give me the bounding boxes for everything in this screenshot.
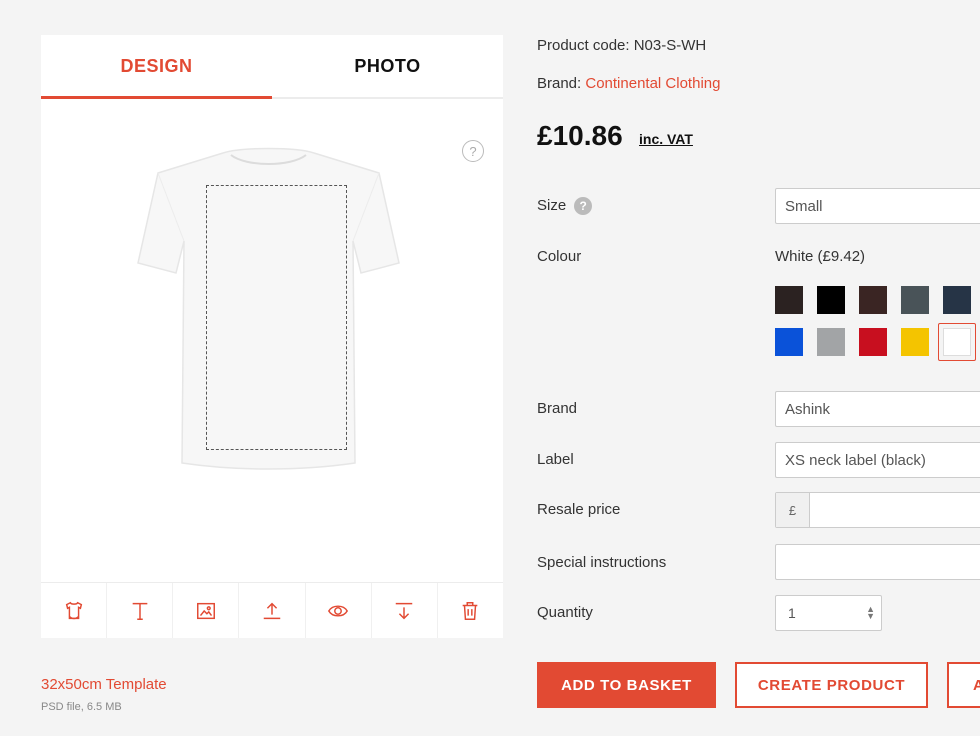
add-to-basket-button[interactable]: ADD TO BASKET <box>537 662 716 708</box>
image-icon <box>196 602 215 619</box>
upload-icon <box>263 602 281 619</box>
resale-price-input[interactable]: £ <box>775 492 980 528</box>
size-select[interactable]: Small <box>775 188 980 224</box>
help-icon[interactable]: ? <box>462 140 484 162</box>
brand-value: Ashink <box>785 400 831 418</box>
tab-design[interactable]: DESIGN <box>41 35 272 97</box>
colour-swatch[interactable] <box>859 286 887 314</box>
quantity-stepper[interactable]: 1 ▲ ▼ <box>775 595 882 631</box>
brand-line: Brand: Continental Clothing <box>537 75 720 92</box>
resale-price-label: Resale price <box>537 501 621 518</box>
shirt-tool[interactable] <box>41 583 108 638</box>
label-select[interactable]: XS neck label (black) ▲▼ <box>775 442 980 478</box>
text-tool[interactable] <box>107 583 174 638</box>
quantity-value: 1 <box>788 605 796 621</box>
colour-swatch[interactable] <box>817 328 845 356</box>
active-tab-indicator <box>41 96 272 99</box>
colour-swatch[interactable] <box>859 328 887 356</box>
shirt-icon <box>65 601 82 619</box>
colour-swatch[interactable] <box>943 328 971 356</box>
quantity-label: Quantity <box>537 604 593 621</box>
size-help-icon[interactable]: ? <box>574 197 593 216</box>
download-tool[interactable] <box>372 583 438 638</box>
product-code: Product code: N03-S-WH <box>537 37 707 54</box>
price-vat-note: inc. VAT <box>639 131 693 147</box>
currency-addon: £ <box>776 493 810 527</box>
download-icon <box>396 602 413 619</box>
colour-swatch[interactable] <box>901 286 929 314</box>
eye-icon <box>328 604 349 617</box>
stepper-arrows-icon[interactable]: ▲ ▼ <box>866 605 875 621</box>
print-area[interactable] <box>206 185 347 450</box>
special-instructions-label: Special instructions <box>537 554 667 571</box>
tab-photo[interactable]: PHOTO <box>272 35 503 97</box>
size-label: Size? <box>537 197 593 216</box>
price: £10.86 <box>537 120 623 151</box>
brand-select[interactable]: Ashink ▲▼ <box>775 391 980 427</box>
template-download-link[interactable]: 32x50cm Template <box>41 676 167 693</box>
text-icon <box>132 602 148 620</box>
delete-tool[interactable] <box>438 583 503 638</box>
special-instructions-input[interactable] <box>775 544 980 580</box>
colour-label: Colour <box>537 248 582 265</box>
preview-tool[interactable] <box>306 583 372 638</box>
design-panel: DESIGN PHOTO ? <box>41 35 503 638</box>
colour-swatch[interactable] <box>901 328 929 356</box>
brand-prefix: Brand: <box>537 75 586 92</box>
third-action-button[interactable]: A <box>947 662 980 708</box>
upload-tool[interactable] <box>239 583 306 638</box>
image-tool[interactable] <box>173 583 240 638</box>
colour-swatch[interactable] <box>775 328 803 356</box>
colour-value: White (£9.42) <box>775 248 866 265</box>
colour-swatch[interactable] <box>817 286 845 314</box>
brand-link[interactable]: Continental Clothing <box>585 75 720 92</box>
size-value: Small <box>785 197 823 215</box>
label-value: XS neck label (black) <box>785 451 926 469</box>
brand-label: Brand <box>537 400 578 417</box>
design-toolbar <box>41 582 503 638</box>
colour-swatch[interactable] <box>775 286 803 314</box>
size-label-text: Size <box>537 197 567 214</box>
template-file-info: PSD file, 6.5 MB <box>41 701 122 713</box>
view-tabs: DESIGN PHOTO <box>41 35 503 99</box>
trash-icon <box>463 601 478 620</box>
label-label: Label <box>537 451 574 468</box>
colour-swatch[interactable] <box>943 286 971 314</box>
create-product-button[interactable]: CREATE PRODUCT <box>735 662 928 708</box>
